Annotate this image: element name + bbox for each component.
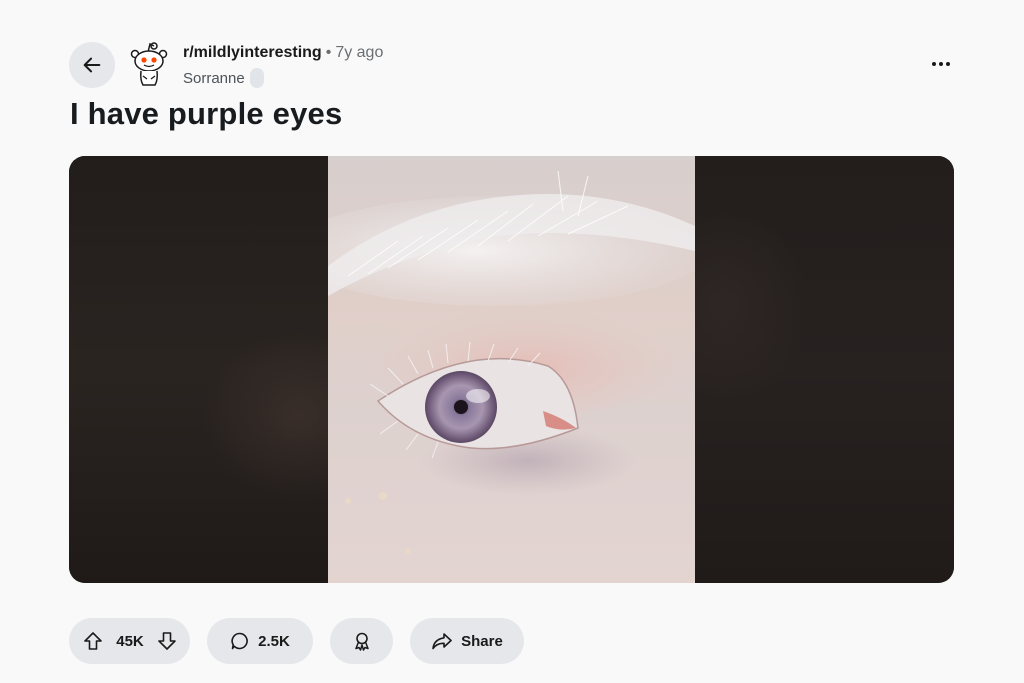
media-blur-left — [69, 156, 329, 583]
post-meta: r/mildlyinteresting • 7y ago — [183, 44, 383, 62]
comments-count: 2.5K — [258, 632, 290, 650]
back-button[interactable] — [69, 42, 115, 88]
comments-button[interactable]: 2.5K — [207, 618, 313, 664]
overflow-menu-button[interactable] — [924, 52, 958, 76]
media-blur-right — [694, 156, 954, 583]
subreddit-avatar[interactable] — [126, 40, 172, 88]
comment-bubble-icon — [231, 632, 249, 650]
share-label: Share — [461, 632, 503, 650]
arrow-down-icon — [158, 632, 176, 650]
arrow-up-icon — [84, 632, 102, 650]
post-image — [328, 156, 695, 583]
award-button[interactable] — [330, 618, 393, 664]
post-age: 7y ago — [335, 44, 384, 61]
post-title: I have purple eyes — [70, 96, 343, 131]
downvote-button[interactable] — [147, 631, 187, 651]
share-arrow-icon — [432, 633, 452, 650]
author-link[interactable]: Sorranne — [183, 70, 245, 87]
more-horizontal-icon — [931, 62, 952, 66]
arrow-left-icon — [83, 57, 101, 73]
meta-separator: • — [325, 44, 332, 61]
vote-score: 45K — [116, 632, 144, 650]
user-flair — [249, 68, 264, 88]
subreddit-link[interactable]: r/mildlyinteresting — [183, 44, 322, 61]
share-button[interactable]: Share — [410, 618, 524, 664]
post-media[interactable] — [69, 156, 954, 583]
award-icon — [354, 632, 369, 651]
author-line: Sorranne — [183, 68, 264, 88]
vote-pill: 45K — [69, 618, 190, 664]
reddit-snoo-icon — [130, 42, 168, 86]
upvote-button[interactable] — [73, 631, 113, 651]
